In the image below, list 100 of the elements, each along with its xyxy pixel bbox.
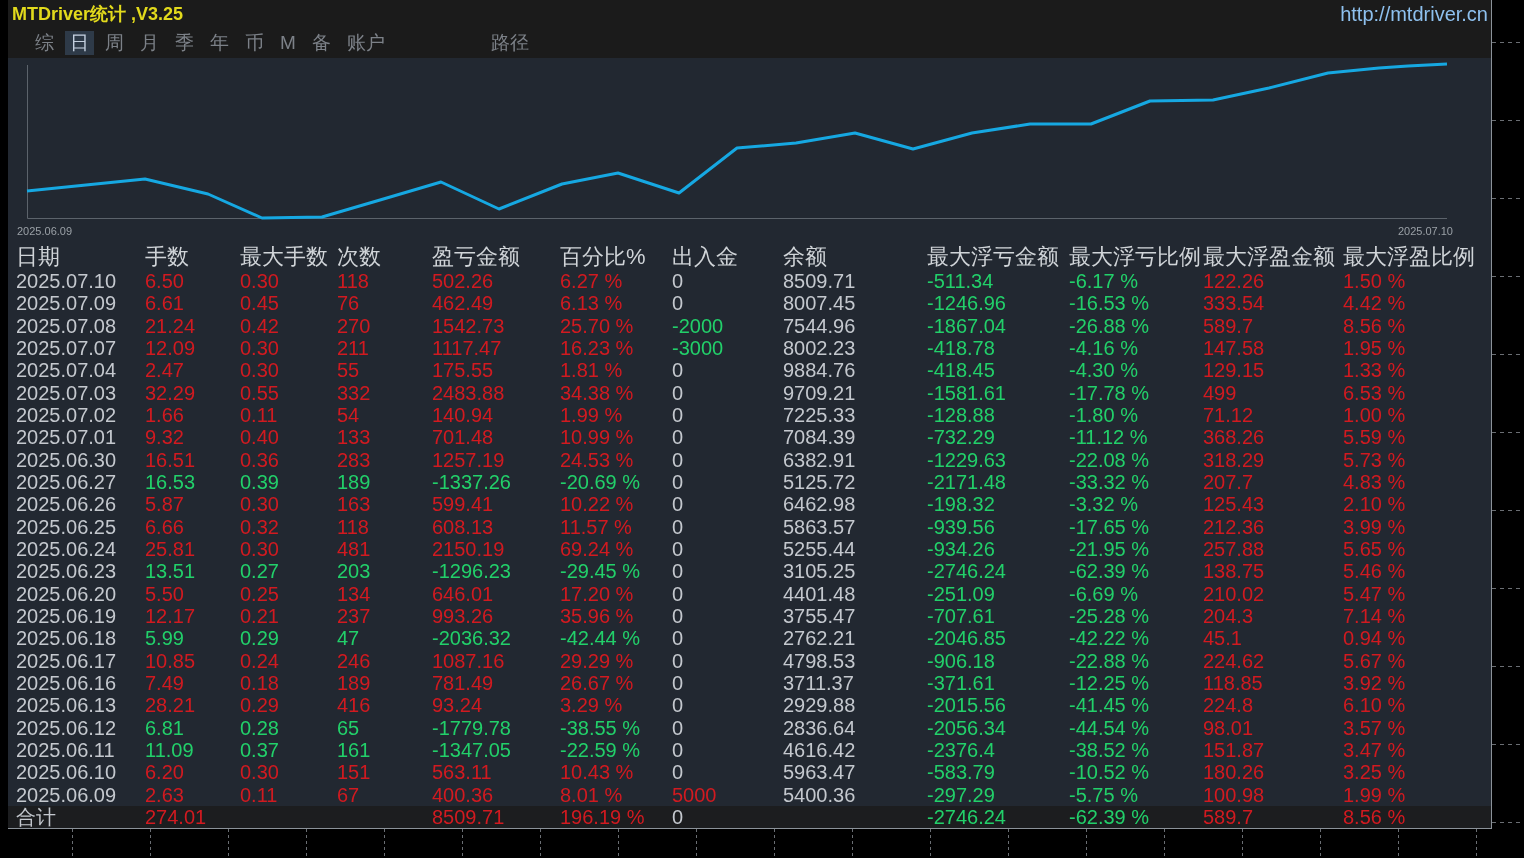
lots-value: 2.63 <box>145 783 185 806</box>
lots-value: 25.81 <box>145 538 197 561</box>
max-float-loss-percent: -6.17 % <box>1069 270 1139 293</box>
max-float-loss: -1581.61 <box>927 381 1007 404</box>
cash-flow-amount: 0 <box>672 448 685 471</box>
max-float-profit: 129.15 <box>1203 359 1266 382</box>
trade-count: 211 <box>337 337 370 360</box>
max-float-loss: -939.56 <box>927 515 996 538</box>
lots-value: 21.24 <box>145 314 197 337</box>
period-tab[interactable]: 月 <box>135 31 164 55</box>
max-float-profit-percent: 5.46 % <box>1343 560 1407 583</box>
profit-percent: 35.96 % <box>560 605 635 628</box>
profit-amount: 140.94 <box>432 404 495 427</box>
lots-value: 7.49 <box>145 672 185 695</box>
profit-amount: 2483.88 <box>432 381 506 404</box>
profit-amount: 646.01 <box>432 582 495 605</box>
max-float-loss: -2376.4 <box>927 739 996 762</box>
max-float-profit: 138.75 <box>1203 560 1266 583</box>
max-float-loss: -583.79 <box>927 761 996 784</box>
profit-amount: 502.26 <box>432 270 495 293</box>
period-tab[interactable]: 周 <box>100 31 129 55</box>
max-float-loss: -1246.96 <box>927 292 1007 315</box>
trade-count: 270 <box>337 314 372 337</box>
balance-value: 4401.48 <box>783 582 857 605</box>
max-float-profit-percent: 1.95 % <box>1343 337 1407 360</box>
profit-amount: 781.49 <box>432 672 495 695</box>
max-float-profit: 204.3 <box>1203 605 1255 628</box>
max-float-profit: 122.26 <box>1203 270 1266 293</box>
profit-amount: -1779.78 <box>432 716 512 739</box>
lots-value: 13.51 <box>145 560 197 583</box>
date-text: 2025.06.10 <box>16 761 118 784</box>
date-text: 2025.06.26 <box>16 493 118 516</box>
max-float-profit: 98.01 <box>1203 716 1255 739</box>
period-tab[interactable]: 币 <box>240 31 269 55</box>
lots-value: 12.17 <box>145 605 197 628</box>
profit-percent: 26.67 % <box>560 672 635 695</box>
max-float-loss: -371.61 <box>927 672 996 695</box>
max-float-loss: -934.26 <box>927 538 996 561</box>
balance-value: 2762.21 <box>783 627 857 650</box>
profit-amount: 462.49 <box>432 292 495 315</box>
path-button[interactable]: 路径 <box>485 31 534 55</box>
trade-count: 55 <box>337 359 361 382</box>
profit-amount: 599.41 <box>432 493 495 516</box>
period-tab[interactable]: M <box>275 31 301 55</box>
max-float-profit: 207.7 <box>1203 471 1255 494</box>
profit-amount: 400.36 <box>432 783 495 806</box>
trade-count: 67 <box>337 783 361 806</box>
trade-count: 481 <box>337 538 372 561</box>
profit-amount: -1337.26 <box>432 471 512 494</box>
period-tab[interactable]: 季 <box>170 31 199 55</box>
trade-count: 133 <box>337 426 372 449</box>
max-float-loss: -251.09 <box>927 582 996 605</box>
profit-percent: -42.44 % <box>560 627 642 650</box>
max-lots-value: 0.21 <box>240 605 280 628</box>
period-tab[interactable]: 备 <box>306 31 336 55</box>
max-float-loss-percent: -11.12 % <box>1069 426 1149 449</box>
cash-flow-amount: 0 <box>672 426 685 449</box>
cash-flow-amount: -2000 <box>672 314 725 337</box>
balance-value: 6462.98 <box>783 493 857 516</box>
max-float-profit: 71.12 <box>1203 404 1255 427</box>
balance-value: 5125.72 <box>783 471 857 494</box>
max-float-loss: -511.34 <box>927 270 995 293</box>
trade-count: 118 <box>337 515 370 538</box>
max-float-profit: 589.7 <box>1203 314 1255 337</box>
max-float-loss-percent: -22.88 % <box>1069 649 1151 672</box>
max-float-profit-percent: 5.65 % <box>1343 538 1407 561</box>
axis-date-label: 2025.07.10 <box>1397 225 1453 238</box>
max-float-profit-percent: 5.47 % <box>1343 582 1407 605</box>
period-tab[interactable]: 日 <box>65 31 94 55</box>
max-float-loss: -906.18 <box>927 649 996 672</box>
balance-value: 4616.42 <box>783 739 857 762</box>
balance-value: 3105.25 <box>783 560 857 583</box>
lots-value: 6.50 <box>145 270 185 293</box>
max-lots-value: 0.30 <box>240 270 280 293</box>
trade-count: 203 <box>337 560 372 583</box>
trade-count: 118 <box>337 270 370 293</box>
max-float-profit-percent: 3.92 % <box>1343 672 1407 695</box>
max-float-loss: -2746.24 <box>927 805 1007 828</box>
website-link[interactable]: http://mtdriver.cn <box>1340 2 1488 26</box>
date-text: 2025.07.04 <box>16 359 118 382</box>
period-tab[interactable]: 账户 <box>341 31 390 55</box>
column-header: 盈亏金额 <box>432 244 521 270</box>
max-float-profit: 210.02 <box>1203 582 1266 605</box>
max-float-loss-percent: -4.30 % <box>1069 359 1139 382</box>
profit-percent: 8.01 % <box>560 783 624 806</box>
profit-percent: 69.24 % <box>560 538 635 561</box>
profit-amount: 1257.19 <box>432 448 506 471</box>
max-float-profit: 589.7 <box>1203 805 1255 828</box>
max-float-profit-percent: 8.56 % <box>1343 314 1407 337</box>
max-float-loss-percent: -21.95 % <box>1069 538 1151 561</box>
max-float-profit-percent: 5.59 % <box>1343 426 1407 449</box>
max-float-loss: -2056.34 <box>927 716 1007 739</box>
trade-count: 416 <box>337 694 372 717</box>
profit-amount: 608.13 <box>432 515 495 538</box>
date-text: 2025.06.30 <box>16 448 118 471</box>
balance-value: 5400.36 <box>783 783 857 806</box>
period-tab[interactable]: 综 <box>30 31 59 55</box>
max-float-loss: -2171.48 <box>927 471 1007 494</box>
balance-value: 8509.71 <box>783 270 857 293</box>
period-tab[interactable]: 年 <box>205 31 234 55</box>
